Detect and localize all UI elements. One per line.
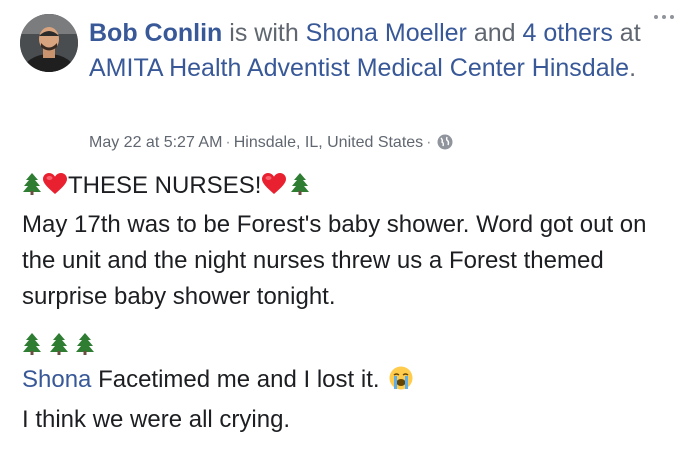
- avatar-image: [20, 14, 78, 72]
- trees-line: [22, 328, 682, 358]
- facetime-line: Shona Facetimed me and I lost it.: [22, 362, 682, 398]
- period-text: .: [629, 54, 637, 82]
- tree-icon: [22, 172, 42, 196]
- tree-icon: [49, 332, 69, 356]
- more-options-button[interactable]: [652, 8, 678, 26]
- tree-icon: [22, 332, 42, 356]
- post-body: THESE NURSES! May 17th was to be Forest'…: [22, 168, 682, 438]
- heart-icon: [261, 172, 287, 196]
- place-link[interactable]: Hinsdale, IL, United States: [234, 134, 423, 151]
- others-link[interactable]: 4 others: [523, 19, 613, 47]
- crying-line: I think we were all crying.: [22, 406, 291, 433]
- avatar[interactable]: [20, 14, 78, 72]
- globe-icon[interactable]: [437, 134, 453, 156]
- headline-text: THESE NURSES!: [68, 172, 262, 199]
- post-header: Bob Conlin is with Shona Moeller and 4 o…: [89, 16, 649, 86]
- at-text: at: [612, 19, 641, 47]
- tagged-person-link[interactable]: Shona Moeller: [306, 19, 467, 47]
- mention-link[interactable]: Shona: [22, 366, 91, 393]
- location-link[interactable]: AMITA Health Adventist Medical Center Hi…: [89, 54, 629, 82]
- story-paragraph: May 17th was to be Forest's baby shower.…: [22, 211, 647, 310]
- meta-separator: ·: [426, 134, 432, 151]
- timestamp-link[interactable]: May 22 at 5:27 AM: [89, 134, 222, 151]
- post-meta: May 22 at 5:27 AM · Hinsdale, IL, United S…: [89, 133, 453, 156]
- meta-separator: ·: [225, 134, 231, 151]
- and-text: and: [466, 19, 523, 47]
- tree-icon: [290, 172, 310, 196]
- with-text: is with: [222, 19, 306, 47]
- crying-face-icon: [388, 365, 414, 391]
- more-options-icon: [654, 15, 658, 19]
- tree-icon: [75, 332, 95, 356]
- facebook-post: Bob Conlin is with Shona Moeller and 4 o…: [0, 0, 700, 472]
- heart-icon: [42, 172, 68, 196]
- facetime-text: Facetimed me and I lost it.: [91, 366, 387, 393]
- author-link[interactable]: Bob Conlin: [89, 19, 222, 47]
- headline-line: THESE NURSES!: [22, 168, 682, 204]
